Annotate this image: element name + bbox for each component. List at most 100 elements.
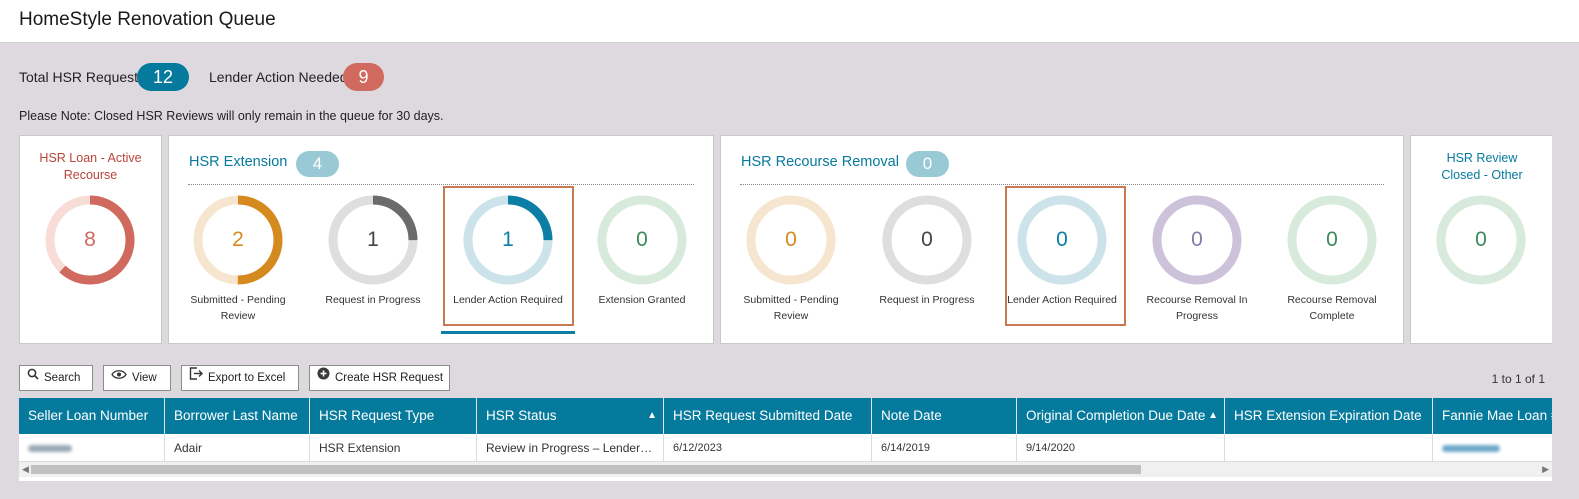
donut-ext-in-progress[interactable]: 1 xyxy=(327,194,419,286)
donut-rr-lender-action[interactable]: 0 xyxy=(1016,194,1108,286)
horizontal-scrollbar[interactable]: ◀ ▶ xyxy=(19,462,1552,477)
col-extension-expiration-date[interactable]: HSR Extension Expiration Date xyxy=(1225,398,1433,434)
donut-label-line: Request in Progress xyxy=(325,294,421,306)
col-seller-loan-number[interactable]: Seller Loan Number xyxy=(19,398,165,434)
donut-label-line: Lender Action Required xyxy=(453,294,563,306)
donut-review-closed[interactable]: 0 xyxy=(1435,194,1527,286)
donut-label-line: Lender Action Required xyxy=(1007,294,1117,306)
donut-ext-lender-action[interactable]: 1 xyxy=(462,194,554,286)
total-requests-label: Total HSR Requests xyxy=(19,69,146,85)
pagination-summary: 1 to 1 of 1 xyxy=(1491,372,1545,386)
donut-rr-removal-in-progress[interactable]: 0 xyxy=(1151,194,1243,286)
donut-label: Request in Progress xyxy=(303,292,443,308)
lender-action-count: 9 xyxy=(343,63,384,91)
review-closed-title-2: Closed - Other xyxy=(1441,168,1523,182)
selected-card-underline xyxy=(441,331,575,334)
sort-ascending-icon: ▲ xyxy=(1208,410,1218,421)
donut-value: 8 xyxy=(84,228,96,251)
donut-ext-granted[interactable]: 0 xyxy=(596,194,688,286)
donut-label-line: Request in Progress xyxy=(879,294,975,306)
total-requests-count: 12 xyxy=(137,63,189,91)
col-fannie-mae-loan[interactable]: Fannie Mae Loan # xyxy=(1433,398,1552,434)
table-row[interactable]: Adair HSR Extension Review in Progress –… xyxy=(19,434,1552,462)
page-title: HomeStyle Renovation Queue xyxy=(19,9,276,30)
donut-label: Submitted - Pending Review xyxy=(721,292,861,324)
donut-label-line: Submitted - Pending xyxy=(190,294,286,306)
app-header: HomeStyle Renovation Queue xyxy=(0,0,1579,43)
search-button-label: Search xyxy=(44,372,81,385)
col-submitted-date[interactable]: HSR Request Submitted Date xyxy=(664,398,872,434)
extension-divider xyxy=(188,184,694,185)
queue-note: Please Note: Closed HSR Reviews will onl… xyxy=(19,109,444,123)
create-hsr-request-button[interactable]: Create HSR Request xyxy=(309,365,450,391)
donut-value: 1 xyxy=(502,228,514,251)
cell-hsr-status: Review in Progress – Lender… xyxy=(477,434,664,462)
view-button-label: View xyxy=(132,372,157,385)
donut-value: 0 xyxy=(921,228,933,251)
col-hsr-status[interactable]: HSR Status ▲ xyxy=(477,398,664,434)
scrollbar-thumb[interactable] xyxy=(31,465,1141,474)
search-icon xyxy=(27,365,39,389)
cell-fannie-mae-loan[interactable] xyxy=(1433,434,1552,462)
scroll-right-icon[interactable]: ▶ xyxy=(1542,462,1549,477)
donut-label: Request in Progress xyxy=(857,292,997,308)
donut-value: 2 xyxy=(232,228,244,251)
donut-value: 0 xyxy=(1056,228,1068,251)
col-borrower-last-name[interactable]: Borrower Last Name xyxy=(165,398,310,434)
cell-submitted-date: 6/12/2023 xyxy=(664,434,872,462)
donut-value: 0 xyxy=(785,228,797,251)
active-recourse-title: HSR Loan - Active xyxy=(39,151,142,165)
export-icon xyxy=(189,365,203,389)
donut-active-recourse[interactable]: 8 xyxy=(44,194,136,286)
redacted-value xyxy=(28,445,72,453)
table-header: Seller Loan Number Borrower Last Name HS… xyxy=(19,398,1552,434)
donut-rr-removal-complete[interactable]: 0 xyxy=(1286,194,1378,286)
view-button[interactable]: View xyxy=(103,365,171,391)
donut-value: 0 xyxy=(636,228,648,251)
redacted-loan-link xyxy=(1442,445,1500,453)
donut-value: 0 xyxy=(1326,228,1338,251)
donut-label: Recourse Removal Complete xyxy=(1262,292,1402,324)
recourse-removal-title: HSR Recourse Removal xyxy=(741,154,899,170)
review-closed-title: HSR Review xyxy=(1446,151,1518,165)
recourse-removal-count: 0 xyxy=(906,151,949,177)
create-button-label: Create HSR Request xyxy=(335,372,444,385)
donut-label-line: Extension Granted xyxy=(598,294,686,306)
col-hsr-status-label: HSR Status xyxy=(486,408,557,423)
eye-icon xyxy=(111,365,127,389)
donut-value: 0 xyxy=(1191,228,1203,251)
col-hsr-request-type[interactable]: HSR Request Type xyxy=(310,398,477,434)
col-original-completion-due-date[interactable]: Original Completion Due Date ▲ xyxy=(1017,398,1225,434)
hsr-extension-count: 4 xyxy=(296,151,339,177)
donut-rr-in-progress[interactable]: 0 xyxy=(881,194,973,286)
col-original-completion-label: Original Completion Due Date xyxy=(1026,408,1206,423)
donut-label-line: Submitted - Pending xyxy=(743,294,839,306)
donut-label-line: Complete xyxy=(1309,310,1355,322)
donut-label: Lender Action Required xyxy=(992,292,1132,308)
search-button[interactable]: Search xyxy=(19,365,93,391)
donut-label-line: Recourse Removal xyxy=(1287,294,1377,306)
donut-rr-submitted[interactable]: 0 xyxy=(745,194,837,286)
donut-label-line: Review xyxy=(220,310,256,322)
donut-label-line: Progress xyxy=(1175,310,1218,322)
donut-label-line: Review xyxy=(773,310,809,322)
cell-extension-expiration-date xyxy=(1225,434,1433,462)
active-recourse-title-2: Recourse xyxy=(63,168,118,182)
cell-hsr-request-type: HSR Extension xyxy=(310,434,477,462)
hsr-extension-title: HSR Extension xyxy=(189,154,288,170)
recourse-divider xyxy=(740,184,1384,185)
export-to-excel-button[interactable]: Export to Excel xyxy=(181,365,299,391)
donut-label-line: Recourse Removal In xyxy=(1146,294,1248,306)
col-note-date[interactable]: Note Date xyxy=(872,398,1017,434)
donut-label: Submitted - Pending Review xyxy=(168,292,308,324)
donut-label: Extension Granted xyxy=(572,292,712,308)
cell-seller-loan-number[interactable] xyxy=(19,434,165,462)
lender-action-label: Lender Action Needed xyxy=(209,69,348,85)
cell-original-completion-date: 9/14/2020 xyxy=(1017,434,1225,462)
sort-ascending-icon: ▲ xyxy=(647,410,657,421)
donut-ext-submitted[interactable]: 2 xyxy=(192,194,284,286)
scroll-left-icon[interactable]: ◀ xyxy=(22,462,29,477)
donut-label: Recourse Removal In Progress xyxy=(1127,292,1267,324)
hsr-requests-table: Seller Loan Number Borrower Last Name HS… xyxy=(19,398,1552,481)
donut-label: Lender Action Required xyxy=(438,292,578,308)
